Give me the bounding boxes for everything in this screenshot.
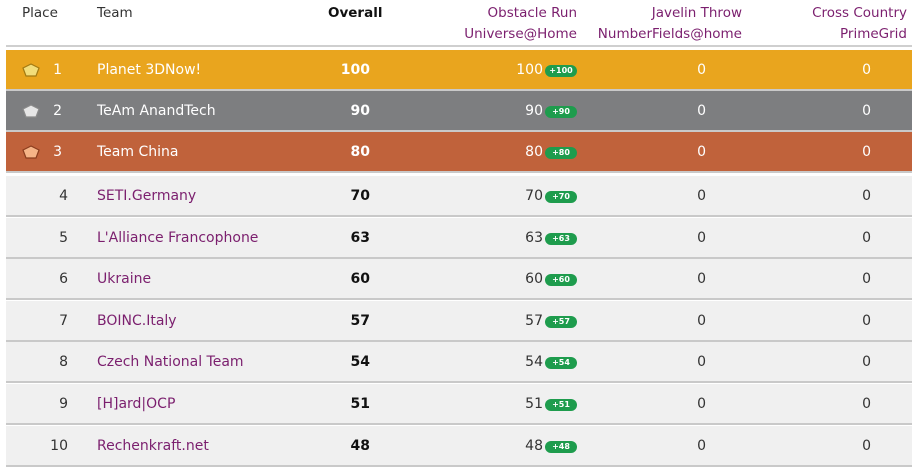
team-link[interactable]: L'Alliance Francophone (97, 218, 258, 259)
team-link[interactable]: SETI.Germany (97, 176, 196, 217)
overall-score: 100 (340, 62, 370, 78)
obstacle-run-score: 60 (525, 271, 543, 287)
obstacle-run-score: 80 (525, 144, 543, 160)
team-link[interactable]: [H]ard|OCP (97, 384, 175, 425)
points-badge: +48 (545, 441, 577, 453)
cross-country-score: 0 (862, 271, 871, 287)
overall-score: 80 (350, 144, 370, 160)
javelin-throw-score: 0 (697, 396, 706, 412)
points-badge: +63 (545, 233, 577, 245)
header-obstacle-run[interactable]: Obstacle Run (488, 3, 577, 24)
overall-score: 57 (350, 313, 370, 329)
standings-table: Place Team Overall Obstacle Run Universe… (0, 0, 921, 476)
team-link[interactable]: Planet 3DNow! (97, 50, 201, 91)
points-badge: +70 (545, 191, 577, 203)
overall-score: 60 (350, 271, 370, 287)
overall-score: 51 (350, 396, 370, 412)
javelin-throw-score: 0 (697, 62, 706, 78)
place-cell: 8 (59, 354, 68, 370)
obstacle-run-score: 70 (525, 188, 543, 204)
overall-score: 90 (350, 103, 370, 119)
points-badge: +80 (545, 147, 577, 159)
cross-country-score: 0 (862, 313, 871, 329)
cross-country-score: 0 (862, 354, 871, 370)
place-cell: 6 (59, 271, 68, 287)
points-badge: +100 (545, 65, 577, 77)
obstacle-run-score: 48 (525, 438, 543, 454)
javelin-throw-score: 0 (697, 230, 706, 246)
place-cell: 5 (59, 230, 68, 246)
header-javelin-throw[interactable]: Javelin Throw (652, 3, 742, 24)
header-team: Team (97, 5, 133, 21)
cross-country-score: 0 (862, 62, 871, 78)
javelin-throw-score: 0 (697, 438, 706, 454)
table-row: 7 BOINC.Italy 57 57 +57 0 0 (6, 301, 912, 342)
team-link[interactable]: Czech National Team (97, 342, 244, 383)
overall-score: 48 (350, 438, 370, 454)
cross-country-score: 0 (862, 188, 871, 204)
header-place: Place (22, 5, 58, 21)
points-badge: +60 (545, 274, 577, 286)
overall-score: 70 (350, 188, 370, 204)
table-row: 6 Ukraine 60 60 +60 0 0 (6, 259, 912, 300)
header-overall: Overall (328, 5, 383, 21)
place-cell: 4 (59, 188, 68, 204)
javelin-throw-score: 0 (697, 271, 706, 287)
overall-score: 54 (350, 354, 370, 370)
cross-country-score: 0 (862, 438, 871, 454)
header-javelin-throw-project[interactable]: NumberFields@home (598, 24, 742, 45)
place-cell: 2 (53, 103, 62, 119)
place-cell: 3 (53, 144, 62, 160)
team-link[interactable]: TeAm AnandTech (97, 91, 216, 132)
team-link[interactable]: Ukraine (97, 259, 151, 300)
header-cross-country-project[interactable]: PrimeGrid (840, 24, 907, 45)
header-cross-country[interactable]: Cross Country (812, 3, 907, 24)
place-cell: 9 (59, 396, 68, 412)
cross-country-score: 0 (862, 230, 871, 246)
cross-country-score: 0 (862, 396, 871, 412)
team-link[interactable]: Team China (97, 132, 178, 173)
cross-country-score: 0 (862, 103, 871, 119)
place-cell: 10 (50, 438, 68, 454)
javelin-throw-score: 0 (697, 188, 706, 204)
obstacle-run-score: 54 (525, 354, 543, 370)
overall-score: 63 (350, 230, 370, 246)
javelin-throw-score: 0 (697, 144, 706, 160)
javelin-throw-score: 0 (697, 103, 706, 119)
points-badge: +90 (545, 106, 577, 118)
table-row: 1 Planet 3DNow! 100 100 +100 0 0 (6, 50, 912, 91)
javelin-throw-score: 0 (697, 313, 706, 329)
obstacle-run-score: 100 (516, 62, 543, 78)
place-cell: 7 (59, 313, 68, 329)
team-link[interactable]: Rechenkraft.net (97, 426, 209, 467)
table-row: 9 [H]ard|OCP 51 51 +51 0 0 (6, 384, 912, 425)
javelin-throw-score: 0 (697, 354, 706, 370)
table-header: Place Team Overall Obstacle Run Universe… (0, 0, 921, 46)
points-badge: +54 (545, 357, 577, 369)
obstacle-run-score: 57 (525, 313, 543, 329)
place-cell: 1 (53, 62, 62, 78)
team-link[interactable]: BOINC.Italy (97, 301, 177, 342)
table-row: 5 L'Alliance Francophone 63 63 +63 0 0 (6, 218, 912, 259)
header-obstacle-run-project[interactable]: Universe@Home (464, 24, 577, 45)
points-badge: +57 (545, 316, 577, 328)
obstacle-run-score: 90 (525, 103, 543, 119)
table-row: 10 Rechenkraft.net 48 48 +48 0 0 (6, 426, 912, 467)
cross-country-score: 0 (862, 144, 871, 160)
obstacle-run-score: 63 (525, 230, 543, 246)
points-badge: +51 (545, 399, 577, 411)
table-row: 2 TeAm AnandTech 90 90 +90 0 0 (6, 91, 912, 132)
obstacle-run-score: 51 (525, 396, 543, 412)
table-row: 3 Team China 80 80 +80 0 0 (6, 132, 912, 173)
header-divider (6, 45, 912, 47)
table-row: 4 SETI.Germany 70 70 +70 0 0 (6, 176, 912, 217)
table-row: 8 Czech National Team 54 54 +54 0 0 (6, 342, 912, 383)
